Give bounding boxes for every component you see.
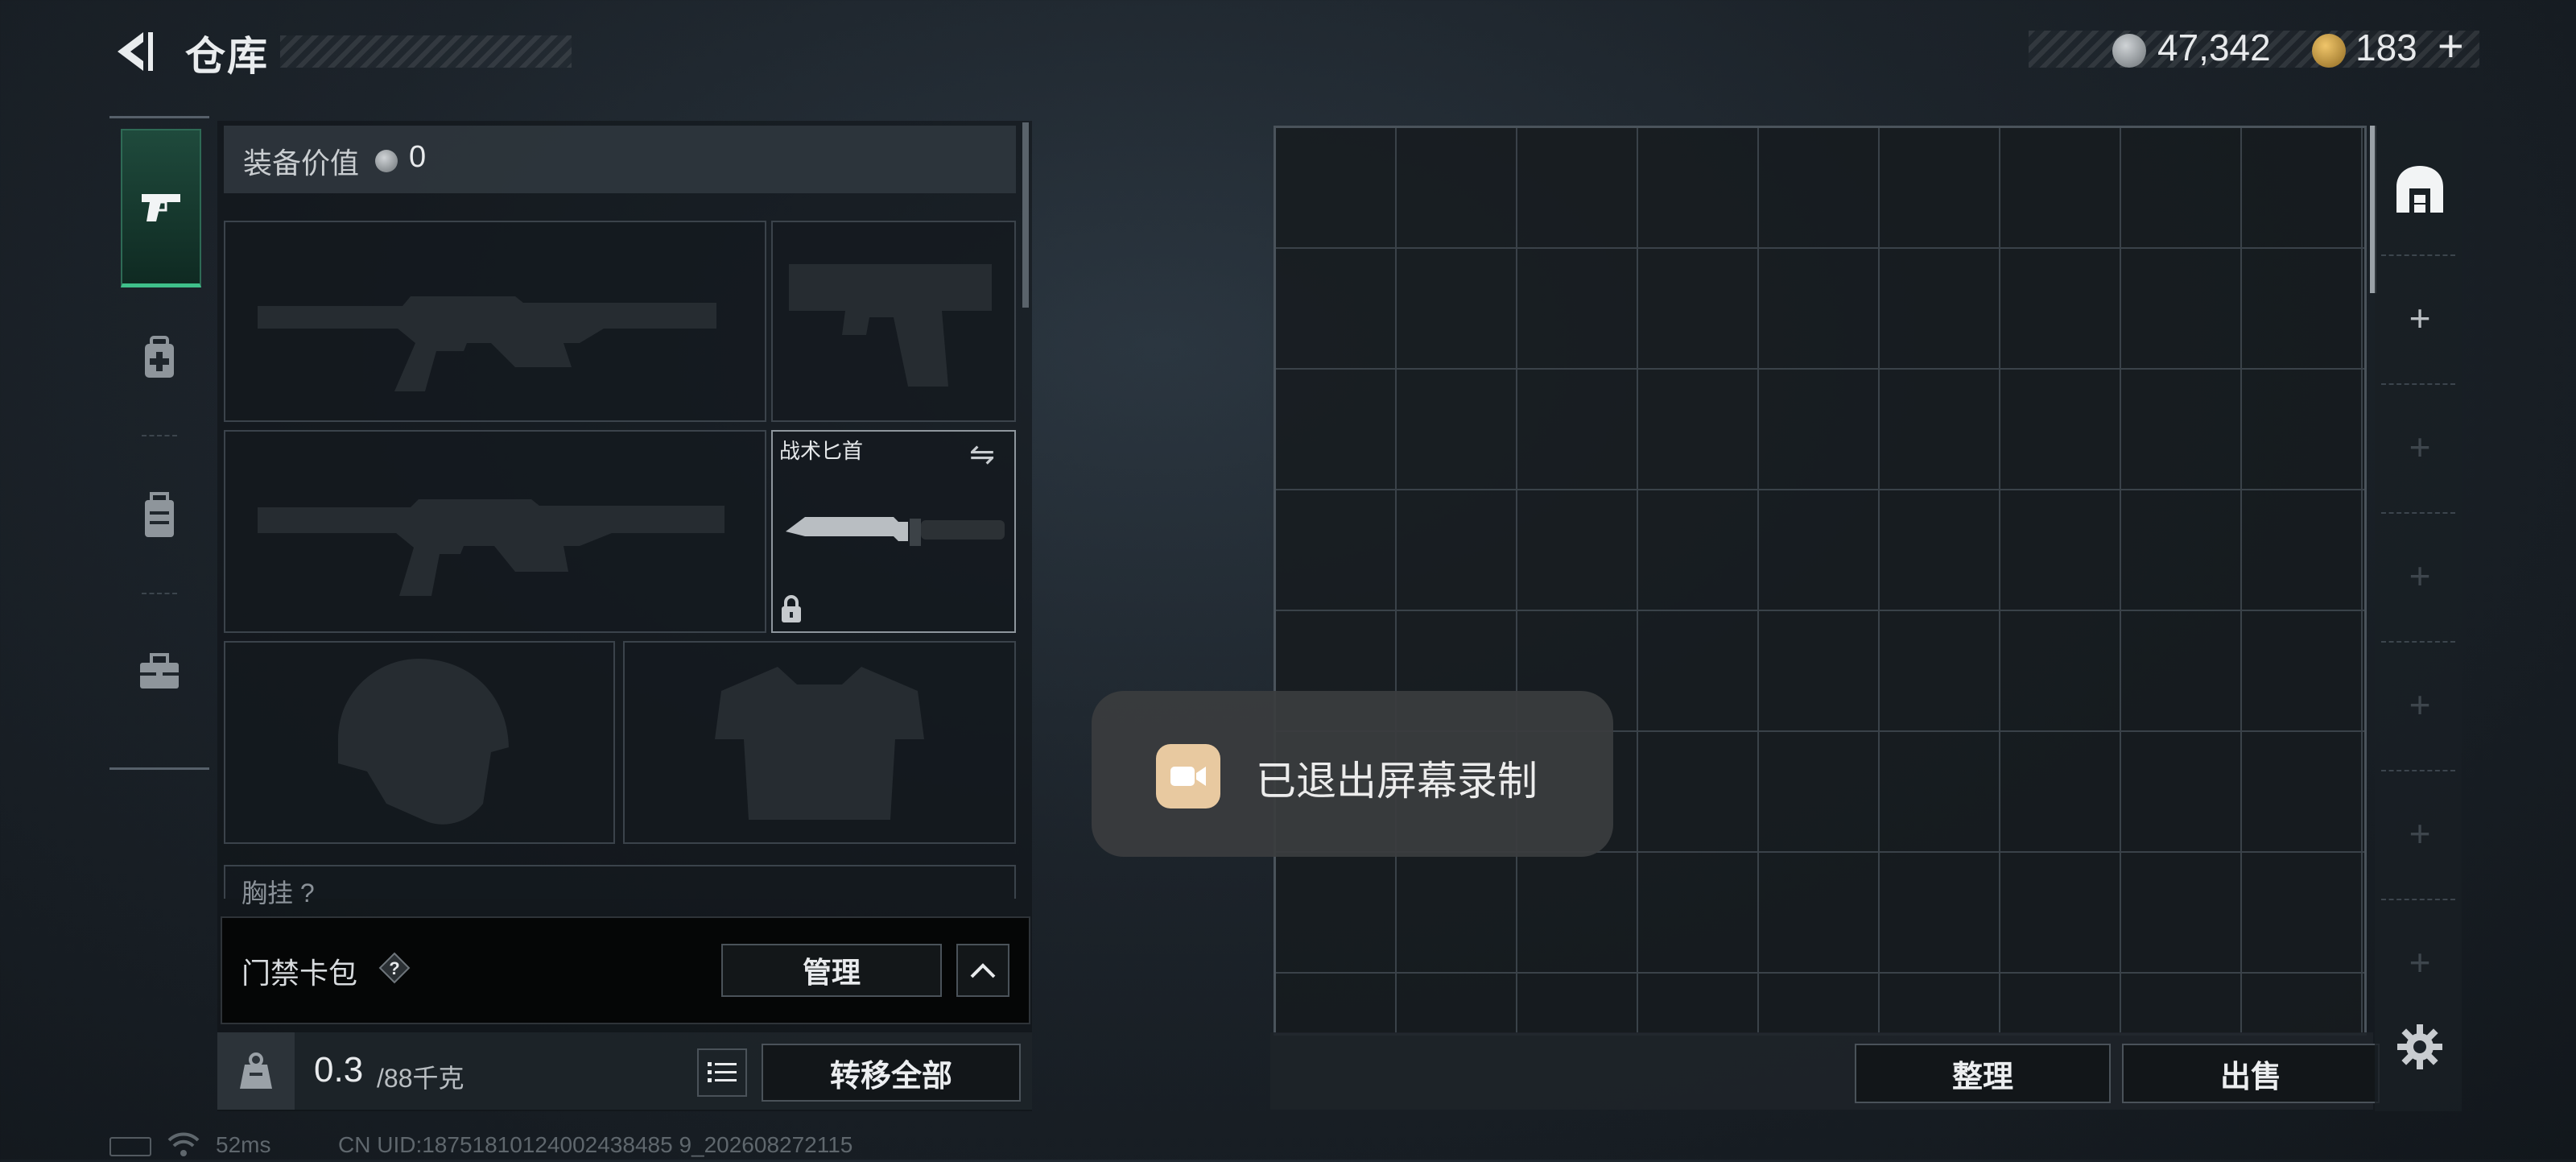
knife-slot-label: 战术匕首 [779,439,864,463]
stash-tab[interactable] [2388,153,2452,225]
rail-divider [142,593,177,594]
tab-divider [2381,641,2455,643]
primary-weapon-slot[interactable] [224,221,766,422]
tab-divider [2381,899,2455,900]
add-currency-button[interactable]: + [2438,19,2464,72]
currency-primary-amount: 47,342 [2157,27,2271,68]
help-icon-text: ? [389,958,399,978]
swap-icon[interactable]: ⇋ [969,436,995,473]
gold-coin-icon [2312,34,2346,68]
network-ping: 52ms [216,1132,271,1157]
weight-current: 0.3 [314,1050,364,1090]
pistol-icon [142,194,180,221]
tab-toolbox[interactable] [121,596,198,749]
rifle-silhouette-icon [258,499,724,596]
locked-stash-tab: + [2409,941,2431,983]
pistol-silhouette-icon [789,264,992,387]
weight-icon [217,1032,295,1110]
lock-icon [779,594,803,627]
tab-divider [2381,770,2455,771]
rifle-silhouette-icon [258,296,716,391]
move-all-button[interactable]: 转移全部 [762,1044,1021,1102]
page-title: 仓库 [185,34,269,79]
locked-stash-tab: + [2409,426,2431,468]
settings-gear-icon[interactable] [2396,1023,2444,1075]
warehouse-icon [2396,166,2443,213]
tab-weapons[interactable] [121,129,201,287]
battery-icon [109,1137,151,1156]
sidearm-slot[interactable] [771,221,1016,422]
title-decoration [280,35,572,68]
helmet-silhouette-icon [338,659,509,825]
add-stash-tab-button[interactable]: + [2388,290,2452,346]
locked-stash-tab: + [2409,684,2431,726]
help-icon[interactable]: ? [378,952,411,984]
armor-vest-silhouette-icon [715,667,924,820]
toolbox-icon [140,653,179,689]
locked-stash-tab: + [2409,813,2431,854]
weight-max: /88千克 [377,1064,464,1093]
silver-coin-icon [375,150,398,172]
user-uid: CN UID:18751810124002438485 9_2026082721… [338,1132,853,1157]
helmet-slot[interactable] [224,641,615,844]
currency-secondary-amount: 183 [2355,27,2417,68]
collapse-button[interactable] [956,944,1009,997]
locked-stash-tab: + [2409,555,2431,597]
chest-rig-label: 胸挂 ? [242,879,315,908]
wifi-icon [167,1131,200,1162]
tab-divider [2381,383,2455,385]
stash-grid[interactable] [1274,126,2367,1036]
rail-divider [142,435,177,436]
list-icon [708,1062,737,1082]
back-button[interactable] [111,29,156,74]
keycard-bag-label: 门禁卡包 [242,957,358,990]
tab-medical[interactable] [121,282,198,435]
backpack-icon [145,492,174,537]
video-camera-icon [1156,744,1220,808]
body-armor-slot[interactable] [623,641,1016,844]
sell-button[interactable]: 出售 [2122,1044,2380,1103]
list-view-button[interactable] [697,1048,747,1097]
silver-coin-icon [2112,34,2146,68]
toast-message: 已退出屏幕录制 [1256,759,1538,804]
tab-divider [2381,254,2455,256]
sort-button[interactable]: 整理 [1855,1044,2111,1103]
tab-divider [2381,512,2455,514]
medkit-bag-icon [145,336,174,378]
back-arrow-icon [118,32,153,71]
secondary-weapon-slot[interactable] [224,430,766,633]
chevron-up-icon [970,963,996,978]
equipment-value: 0 [409,140,427,174]
equipment-scrollbar[interactable] [1022,122,1029,308]
manage-button[interactable]: 管理 [721,944,942,997]
tab-backpack[interactable] [121,439,198,592]
equipment-value-label: 装备价值 [243,147,360,180]
chest-rig-slot[interactable] [224,865,1016,899]
